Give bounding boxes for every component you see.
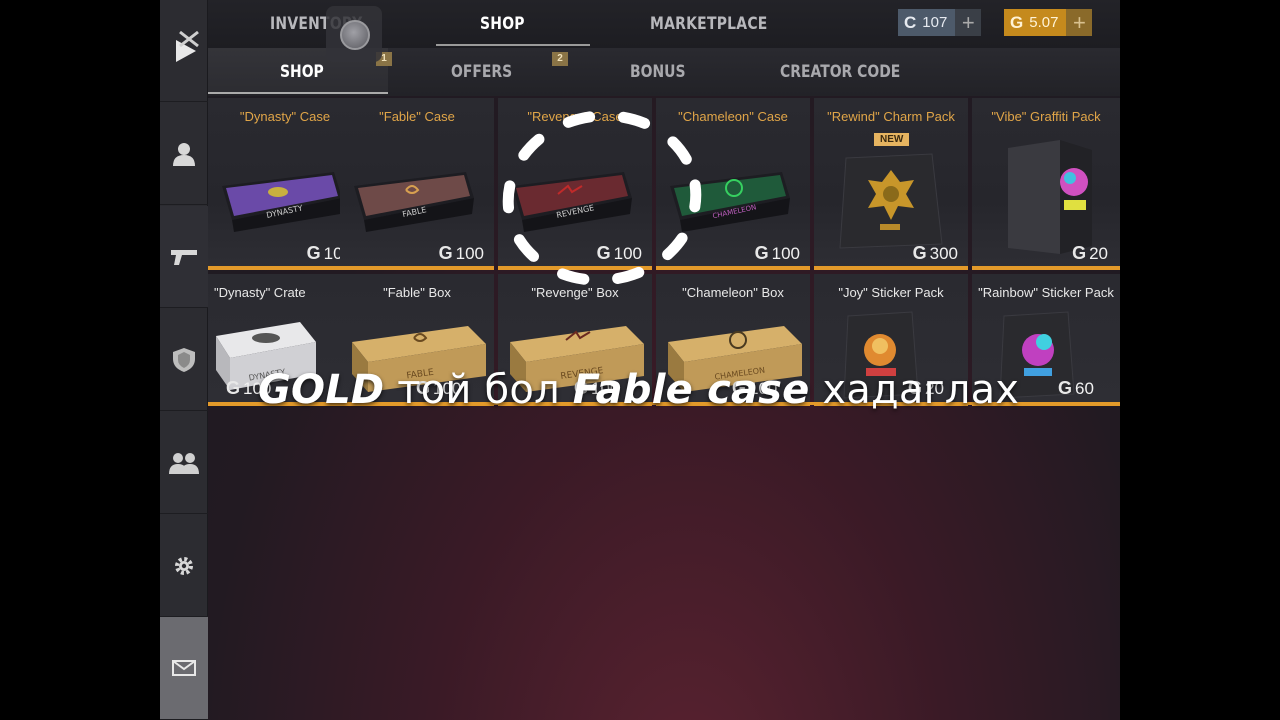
- item-name: "Dynasty" Crate: [214, 285, 306, 300]
- capcut-logo-icon: [176, 30, 199, 62]
- gold-price-icon: G: [754, 243, 769, 263]
- chameleon-case-icon: CHAMELEON: [670, 172, 790, 232]
- item-price: G 60: [1058, 378, 1094, 398]
- item-name: "Dynasty" Case: [239, 109, 331, 124]
- item-name: "Vibe" Graffiti Pack: [991, 109, 1101, 124]
- item-price: G 20: [1072, 243, 1108, 263]
- subtab-active-indicator: [208, 92, 388, 94]
- item-name: "Fable" Box: [383, 285, 451, 300]
- item-name: "Chameleon" Case: [678, 109, 788, 124]
- graffiti-pack-icon: [1008, 140, 1092, 254]
- shop-grid: "Dynasty" Case DYNASTY G 100 "Fable" Case…: [208, 98, 1120, 408]
- sidebar-item-clan[interactable]: [160, 309, 208, 411]
- subtab-offers[interactable]: OFFERS: [451, 62, 512, 82]
- item-name: "Chameleon" Box: [682, 285, 784, 300]
- subtab-bonus[interactable]: BONUS: [630, 62, 686, 82]
- gold-coin-icon: G: [1010, 12, 1024, 32]
- add-silver-button[interactable]: +: [955, 9, 982, 36]
- item-name: "Rewind" Charm Pack: [827, 109, 955, 124]
- charm-pack-icon: [839, 153, 943, 249]
- mail-icon: [172, 660, 196, 676]
- video-caption: GOLD той бол Fable case хадаглах: [258, 367, 1020, 413]
- sidebar-item-mail[interactable]: [160, 617, 208, 720]
- new-badge: NEW: [874, 133, 910, 146]
- item-price: G 100: [596, 243, 642, 263]
- sidebar-item-weapons[interactable]: [160, 206, 208, 308]
- sidebar-logo: [160, 0, 208, 102]
- silver-currency: C 107 +: [898, 9, 982, 36]
- item-name: "Fable" Case: [379, 109, 455, 124]
- left-sidebar: [160, 0, 208, 720]
- subtab-shop[interactable]: SHOP: [280, 62, 324, 82]
- shop-item-vibe-graffiti-pack[interactable]: "Vibe" Graffiti Pack G 20: [972, 98, 1120, 270]
- gold-price-icon: G: [912, 243, 927, 263]
- friends-icon: [169, 452, 199, 474]
- sidebar-item-friends[interactable]: [160, 412, 208, 514]
- gold-price-icon: G: [596, 243, 611, 263]
- sidebar-item-settings[interactable]: [160, 515, 208, 617]
- subtab-creator-code[interactable]: CREATOR CODE: [780, 62, 900, 82]
- game-screen: INVENTORY SHOP MARKETPLACE C 107 + G 5.07 …: [160, 0, 1120, 720]
- tab-shop[interactable]: SHOP: [480, 14, 525, 34]
- silver-coin-icon: C: [904, 12, 917, 32]
- shop-item-dynasty-case[interactable]: "Dynasty" Case DYNASTY G 100: [208, 98, 362, 270]
- profile-icon: [173, 142, 195, 166]
- item-name: "Revenge" Box: [531, 285, 619, 300]
- shield-icon: [173, 347, 195, 372]
- pistol-icon: [171, 249, 197, 265]
- dynasty-case-icon: DYNASTY: [222, 172, 342, 232]
- item-name: "Revenge" Case: [527, 109, 623, 124]
- sidebar-item-profile[interactable]: [160, 103, 208, 205]
- gear-icon: [175, 556, 193, 575]
- tab-marketplace[interactable]: MARKETPLACE: [650, 14, 768, 34]
- bonus-badge: 2: [552, 52, 568, 66]
- gold-price-icon: G: [438, 243, 453, 263]
- shop-item-chameleon-case[interactable]: "Chameleon" Case CHAMELEON G 100: [656, 98, 810, 270]
- add-gold-button[interactable]: +: [1066, 9, 1093, 36]
- silver-amount: 107: [922, 14, 948, 31]
- gold-price-icon: G: [306, 243, 321, 263]
- shop-item-fable-case[interactable]: "Fable" Case FABLE G 100: [340, 98, 494, 270]
- item-price: G 100: [754, 243, 800, 263]
- tab-active-indicator: [436, 44, 590, 46]
- gold-price-icon: G: [1072, 243, 1087, 263]
- item-name: "Rainbow" Sticker Pack: [978, 285, 1114, 300]
- item-name: "Joy" Sticker Pack: [838, 285, 944, 300]
- revenge-case-icon: REVENGE: [512, 172, 632, 232]
- fable-case-icon: FABLE: [354, 172, 474, 232]
- overlay-knob-icon[interactable]: [340, 20, 370, 50]
- shop-item-revenge-case[interactable]: "Revenge" Case REVENGE G 100: [498, 98, 652, 270]
- item-price: G 300: [912, 243, 958, 263]
- gold-currency: G 5.07 +: [1004, 9, 1093, 36]
- item-price: G 100: [438, 243, 484, 263]
- gold-amount: 5.07: [1029, 14, 1059, 31]
- shop-item-rewind-charm-pack[interactable]: "Rewind" Charm Pack NEW G 300: [814, 98, 968, 270]
